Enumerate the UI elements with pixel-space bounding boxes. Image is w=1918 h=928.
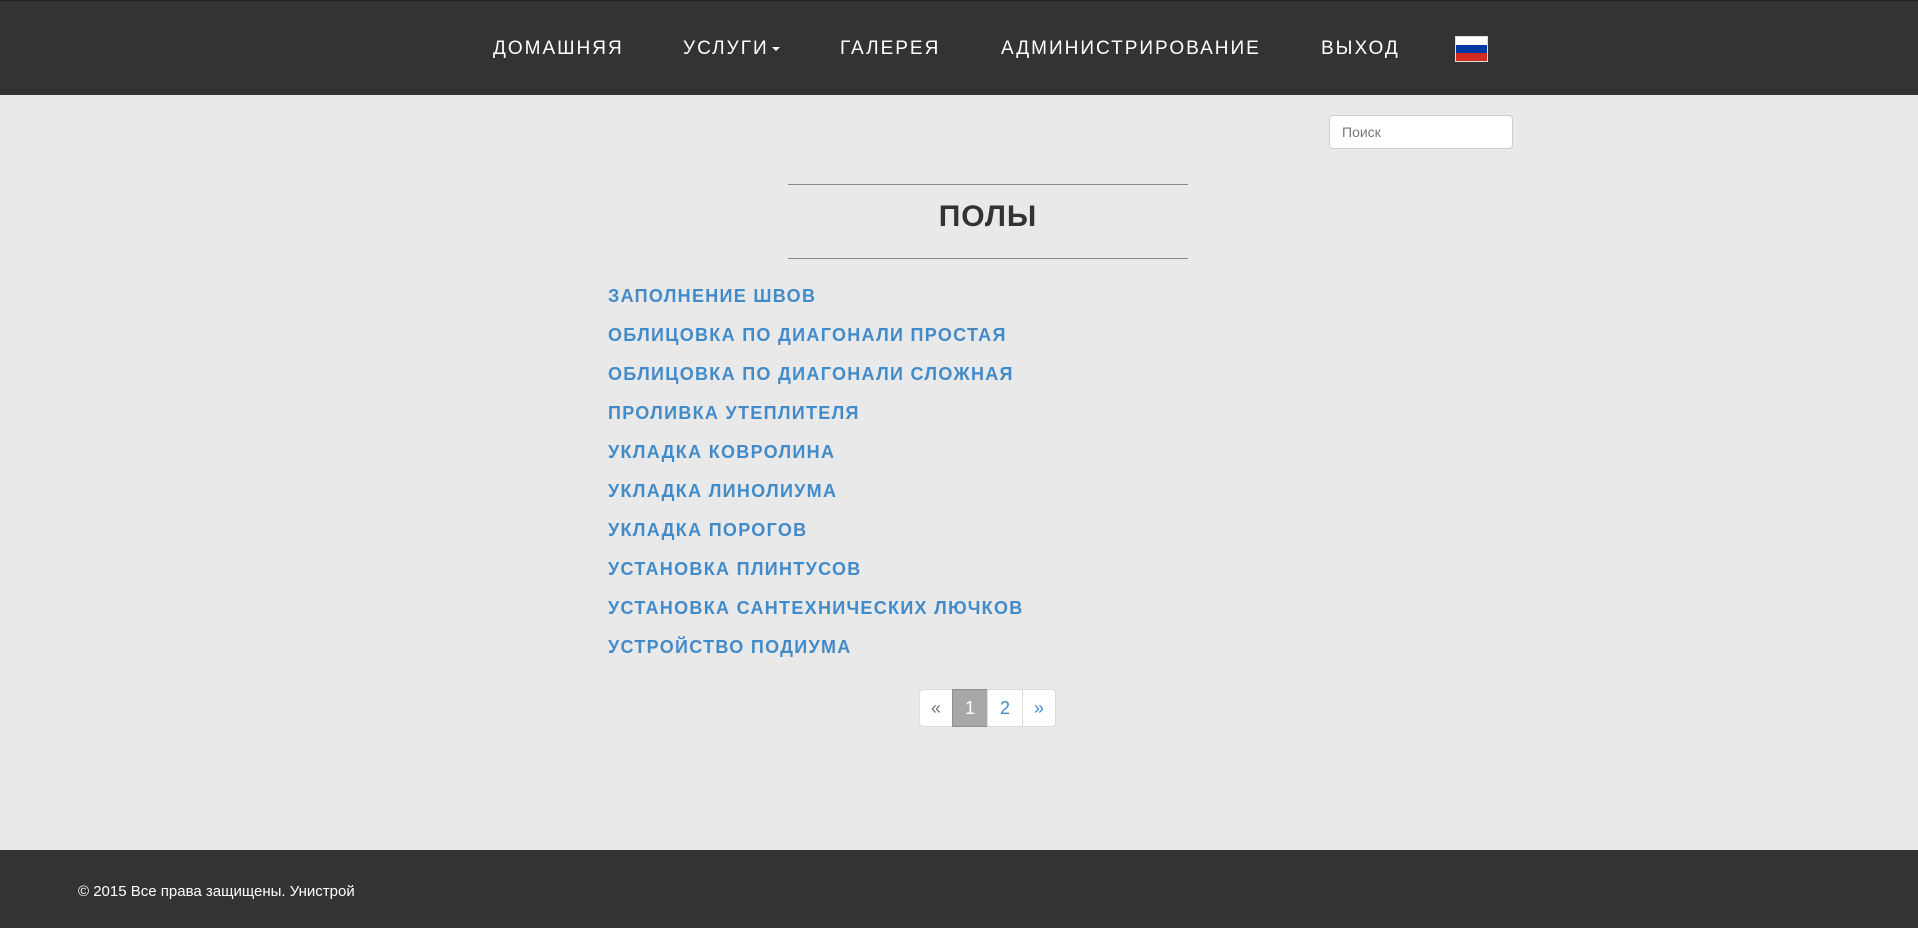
caret-down-icon: [771, 46, 780, 51]
service-link[interactable]: ЗАПОЛНЕНИЕ ШВОВ: [608, 286, 1024, 325]
service-link[interactable]: УКЛАДКА КОВРОЛИНА: [608, 442, 1024, 481]
pagination-next-button[interactable]: »: [1022, 689, 1056, 727]
page-footer: © 2015 Все права защищены. Унистрой: [0, 850, 1918, 928]
title-top-divider: [788, 184, 1188, 185]
nav-services-dropdown[interactable]: УСЛУГИ: [683, 38, 780, 60]
pagination-page-2[interactable]: 2: [987, 689, 1023, 727]
pagination-prev-button[interactable]: «: [919, 689, 953, 727]
nav-admin-link[interactable]: АДМИНИСТРИРОВАНИЕ: [1001, 38, 1261, 60]
title-bottom-divider: [788, 258, 1188, 259]
search-input[interactable]: [1329, 115, 1513, 149]
nav-home-link[interactable]: ДОМАШНЯЯ: [493, 38, 624, 60]
service-link[interactable]: УСТАНОВКА ПЛИНТУСОВ: [608, 559, 1024, 598]
service-link[interactable]: УСТРОЙСТВО ПОДИУМА: [608, 637, 1024, 676]
page-title: ПОЛЫ: [938, 200, 1038, 233]
service-link[interactable]: ПРОЛИВКА УТЕПЛИТЕЛЯ: [608, 403, 1024, 442]
pagination: « 1 2 »: [919, 689, 1056, 727]
copyright-text: © 2015 Все права защищены. Унистрой: [78, 883, 355, 900]
flag-stripe-white: [1456, 37, 1487, 45]
service-link[interactable]: УСТАНОВКА САНТЕХНИЧЕСКИХ ЛЮЧКОВ: [608, 598, 1024, 637]
service-links-list: ЗАПОЛНЕНИЕ ШВОВ ОБЛИЦОВКА ПО ДИАГОНАЛИ П…: [608, 286, 1024, 676]
service-link[interactable]: ОБЛИЦОВКА ПО ДИАГОНАЛИ СЛОЖНАЯ: [608, 364, 1024, 403]
service-link[interactable]: УКЛАДКА ЛИНОЛИУМА: [608, 481, 1024, 520]
top-navbar: ДОМАШНЯЯ УСЛУГИ ГАЛЕРЕЯ АДМИНИСТРИРОВАНИ…: [0, 0, 1918, 95]
service-link[interactable]: ОБЛИЦОВКА ПО ДИАГОНАЛИ ПРОСТАЯ: [608, 325, 1024, 364]
service-link[interactable]: УКЛАДКА ПОРОГОВ: [608, 520, 1024, 559]
flag-stripe-blue: [1456, 45, 1487, 53]
nav-services-label: УСЛУГИ: [683, 38, 769, 59]
pagination-page-1[interactable]: 1: [952, 689, 988, 727]
nav-logout-link[interactable]: ВЫХОД: [1321, 38, 1400, 60]
russian-flag-icon[interactable]: [1455, 36, 1488, 62]
flag-stripe-red: [1456, 53, 1487, 61]
nav-gallery-link[interactable]: ГАЛЕРЕЯ: [840, 38, 940, 60]
